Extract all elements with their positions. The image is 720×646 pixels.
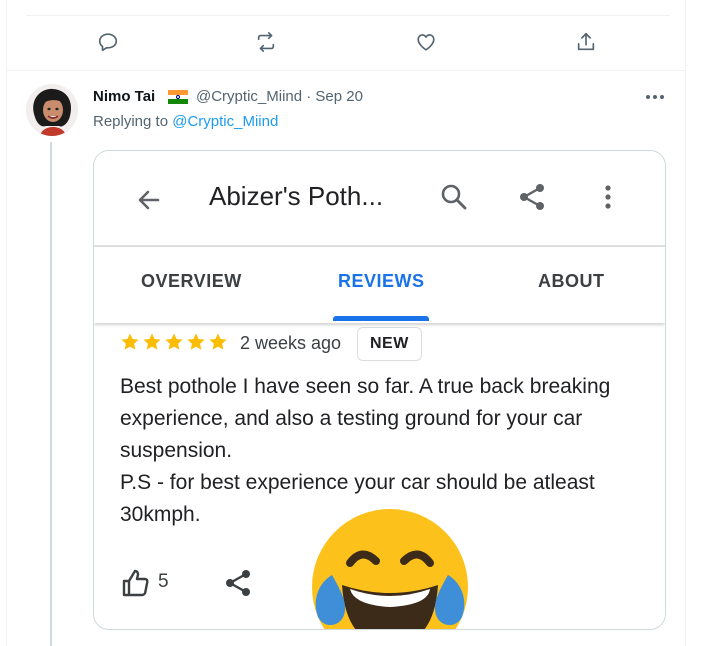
share-icon[interactable] bbox=[572, 28, 600, 56]
divider bbox=[6, 70, 686, 71]
replying-to-line: Replying to @Cryptic_Miind bbox=[93, 113, 278, 130]
star-icon bbox=[209, 333, 227, 350]
tab-bar: OVERVIEW REVIEWS ABOUT bbox=[94, 247, 665, 323]
thread-line bbox=[50, 142, 52, 646]
star-icon bbox=[165, 333, 183, 350]
india-flag-icon bbox=[168, 90, 188, 105]
active-tab-indicator bbox=[333, 316, 429, 321]
replying-prefix: Replying to bbox=[93, 113, 173, 130]
review-time: 2 weeks ago bbox=[240, 333, 342, 353]
attached-image[interactable]: Abizer's Poth... OVERVIEW REVIEWS ABOUT … bbox=[93, 150, 666, 630]
star-icon bbox=[121, 333, 139, 350]
like-count: 5 bbox=[158, 571, 169, 592]
share-icon[interactable] bbox=[222, 567, 254, 599]
back-arrow-icon[interactable] bbox=[134, 185, 164, 215]
retweet-icon[interactable] bbox=[252, 28, 280, 56]
place-title: Abizer's Poth... bbox=[209, 181, 384, 211]
tab-overview[interactable]: OVERVIEW bbox=[141, 271, 242, 292]
star-rating bbox=[120, 332, 228, 352]
reply-icon[interactable] bbox=[94, 28, 122, 56]
share-icon[interactable] bbox=[516, 181, 548, 213]
avatar[interactable] bbox=[26, 84, 78, 136]
more-vert-icon[interactable] bbox=[592, 181, 624, 213]
new-badge: NEW bbox=[357, 327, 422, 361]
review-line: Best pothole I have seen so far. A true … bbox=[120, 375, 611, 462]
more-options-icon[interactable] bbox=[640, 86, 670, 108]
thumbs-up-icon[interactable] bbox=[120, 567, 152, 599]
handle-and-date[interactable]: @Cryptic_Miind · Sep 20 bbox=[196, 88, 363, 105]
like-icon[interactable] bbox=[412, 28, 440, 56]
star-icon bbox=[187, 333, 205, 350]
display-name[interactable]: Nimo Tai bbox=[93, 88, 155, 105]
star-icon bbox=[143, 333, 161, 350]
tab-reviews[interactable]: REVIEWS bbox=[338, 271, 425, 292]
replying-to-link[interactable]: @Cryptic_Miind bbox=[172, 113, 278, 130]
app-bar: Abizer's Poth... bbox=[94, 151, 665, 247]
laughing-tears-emoji bbox=[312, 509, 468, 629]
avatar-image bbox=[26, 84, 78, 136]
divider bbox=[26, 15, 670, 16]
tab-about[interactable]: ABOUT bbox=[538, 271, 605, 292]
search-icon[interactable] bbox=[438, 181, 470, 213]
